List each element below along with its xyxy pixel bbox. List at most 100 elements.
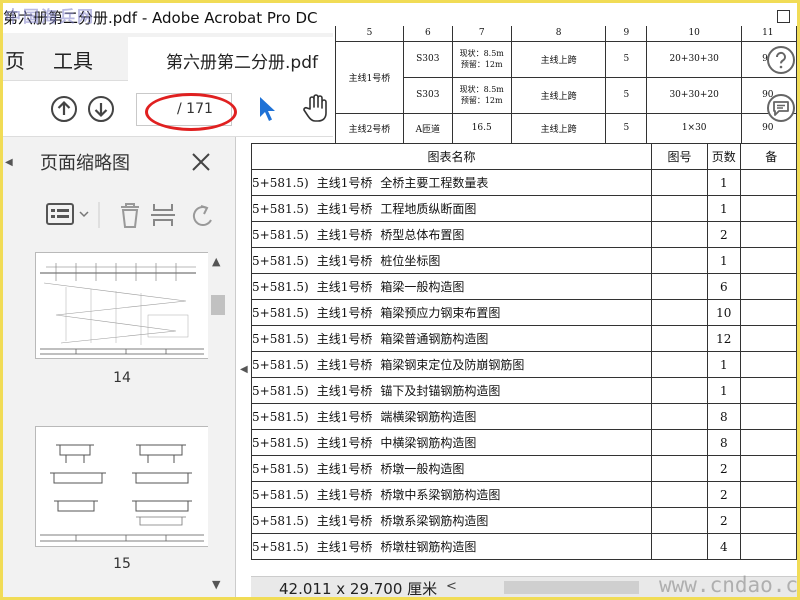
thumbnail-options-icon[interactable]: [46, 203, 89, 225]
toc-row-name: 5+581.5) 主线1号桥 工程地质纵断面图: [251, 195, 653, 222]
panel-edge-caret-icon[interactable]: ◀: [5, 157, 13, 168]
toc-row-prefix: 5+581.5): [252, 280, 309, 294]
toc-row: 5+581.5) 主线1号桥 箱梁钢束定位及防崩钢筋图 1: [251, 351, 797, 378]
toc-row-title: 箱梁预应力钢束布置图: [380, 306, 501, 320]
toc-row-note: [739, 377, 797, 404]
bridge-span: 20+30+30: [646, 40, 743, 78]
toc-row-bridge: 主线1号桥: [316, 540, 373, 554]
thumbnail-list: 14 15: [35, 251, 225, 597]
toc-row-name: 5+581.5) 主线1号桥 端横梁钢筋构造图: [251, 403, 653, 430]
cursor-arrow-icon[interactable]: [257, 95, 277, 123]
close-icon[interactable]: [190, 151, 212, 173]
toc-row: 5+581.5) 主线1号桥 桥墩中系梁钢筋构造图 2: [251, 481, 797, 508]
toc-row-bridge: 主线1号桥: [316, 280, 373, 294]
bridge-row: S303 现状：8.5m 预留：12m 主线上跨 5 30+30+20 90: [336, 76, 797, 114]
thumbnail-page-15[interactable]: [35, 426, 209, 547]
bridge-col-header: 5: [335, 26, 404, 42]
toc-row: 5+581.5) 主线1号桥 桩位坐标图 1: [251, 247, 797, 274]
toc-row-prefix: 5+581.5): [252, 228, 309, 242]
toc-row-number: [651, 351, 709, 378]
toc-row: 5+581.5) 主线1号桥 箱梁预应力钢束布置图 10: [251, 299, 797, 326]
toc-row-title: 箱梁钢束定位及防崩钢筋图: [380, 358, 525, 372]
menu-bar: 页 工具 第六册第二分册.pdf: [3, 33, 333, 81]
toc-row-prefix: 5+581.5): [252, 332, 309, 346]
bridge-table-header: 5 6 7 8 9 10 11: [335, 26, 797, 42]
toc-row-pages: 4: [707, 533, 741, 560]
scroll-up-icon[interactable]: ▲: [212, 255, 220, 268]
toc-row-prefix: 5+581.5): [252, 254, 309, 268]
toc-row: 5+581.5) 主线1号桥 工程地质纵断面图 1: [251, 195, 797, 222]
toc-row-pages: 2: [707, 507, 741, 534]
bridge-width-reserved: 预留：12m: [460, 60, 503, 69]
toc-row-pages: 6: [707, 273, 741, 300]
bridge-width-reserved: 预留：12m: [460, 96, 503, 105]
bridge-width: 16.5: [451, 112, 512, 143]
horizontal-scrollbar-thumb[interactable]: [504, 581, 639, 594]
arrow-up-circle-icon[interactable]: [50, 95, 78, 123]
scroll-left-icon[interactable]: <: [446, 579, 457, 594]
rotate-icon[interactable]: [192, 205, 212, 227]
toc-row: 5+581.5) 主线1号桥 全桥主要工程数量表 1: [251, 169, 797, 196]
toc-row-number: [651, 299, 709, 326]
bridge-count: 5: [605, 40, 648, 78]
scroll-down-icon[interactable]: ▼: [212, 578, 220, 591]
toc-row-title: 全桥主要工程数量表: [380, 176, 489, 190]
toc-row-bridge: 主线1号桥: [316, 176, 373, 190]
toc-row-number: [651, 169, 709, 196]
menu-home[interactable]: 页: [5, 45, 25, 74]
maximize-icon[interactable]: [777, 10, 790, 23]
toc-row-prefix: 5+581.5): [252, 306, 309, 320]
collapse-panel-icon[interactable]: ◀: [240, 364, 248, 375]
toc-row-prefix: 5+581.5): [252, 436, 309, 450]
scrollbar-thumb[interactable]: [211, 295, 225, 315]
toc-header-note: 备: [739, 143, 797, 170]
toc-row: 5+581.5) 主线1号桥 桥墩一般构造图 2: [251, 455, 797, 482]
document-view[interactable]: 图表名称 图号 页数 备 5+581.5) 主线1号桥 全桥主要工程数量表 1 5+58…: [251, 143, 797, 577]
toc-row-number: [651, 195, 709, 222]
toc-row-title: 桥墩柱钢筋构造图: [380, 540, 477, 554]
document-tab[interactable]: 第六册第二分册.pdf: [128, 37, 333, 81]
toc-row-prefix: 5+581.5): [252, 488, 309, 502]
bridge-width-current: 现状：8.5m: [459, 49, 504, 58]
bridge-name: 主线2号桥: [335, 112, 404, 143]
toc-row-number: [651, 221, 709, 248]
bridge-col-header: 11: [741, 26, 797, 42]
toc-row-pages: 8: [707, 403, 741, 430]
page-number-highlight: [145, 93, 237, 131]
toc-row-bridge: 主线1号桥: [316, 202, 373, 216]
toc-row: 5+581.5) 主线1号桥 中横梁钢筋构造图 8: [251, 429, 797, 456]
thumbnail-14-drawing: [40, 263, 204, 355]
toc-row-prefix: 5+581.5): [252, 176, 309, 190]
help-icon[interactable]: [766, 45, 796, 75]
toc-row-note: [739, 195, 797, 222]
toc-row-pages: 1: [707, 169, 741, 196]
bridge-span: 30+30+20: [646, 76, 743, 114]
bridge-col-header: 9: [605, 26, 648, 42]
toc-header-row: 图表名称 图号 页数 备: [251, 143, 797, 170]
bridge-code: S303: [402, 40, 453, 78]
toc-row-pages: 12: [707, 325, 741, 352]
toc-row-note: [739, 429, 797, 456]
toc-row-name: 5+581.5) 主线1号桥 箱梁钢束定位及防崩钢筋图: [251, 351, 653, 378]
thumbnail-scrollbar[interactable]: ▲ ▼: [208, 251, 228, 597]
bridge-col-header: 10: [646, 26, 743, 42]
toc-row-name: 5+581.5) 主线1号桥 桩位坐标图: [251, 247, 653, 274]
delete-icon[interactable]: [121, 203, 139, 228]
toc-row-name: 5+581.5) 主线1号桥 全桥主要工程数量表: [251, 169, 653, 196]
bridge-col-header: 6: [402, 26, 453, 42]
hand-icon[interactable]: [302, 93, 330, 123]
bridge-crossing: 主线上跨: [510, 40, 607, 78]
toc-row-pages: 2: [707, 221, 741, 248]
extract-pages-icon[interactable]: [151, 204, 175, 226]
thumbnail-page-14[interactable]: [35, 252, 209, 359]
menu-tools[interactable]: 工具: [53, 45, 93, 74]
toc-row-title: 桥型总体布置图: [380, 228, 465, 242]
toc-row-number: [651, 273, 709, 300]
toc-row-bridge: 主线1号桥: [316, 306, 373, 320]
bridge-col-header: 7: [451, 26, 512, 42]
toc-row-number: [651, 247, 709, 274]
comment-icon[interactable]: [766, 93, 796, 123]
toc-row-bridge: 主线1号桥: [316, 332, 373, 346]
arrow-down-circle-icon[interactable]: [87, 95, 115, 123]
toc-row-bridge: 主线1号桥: [316, 254, 373, 268]
